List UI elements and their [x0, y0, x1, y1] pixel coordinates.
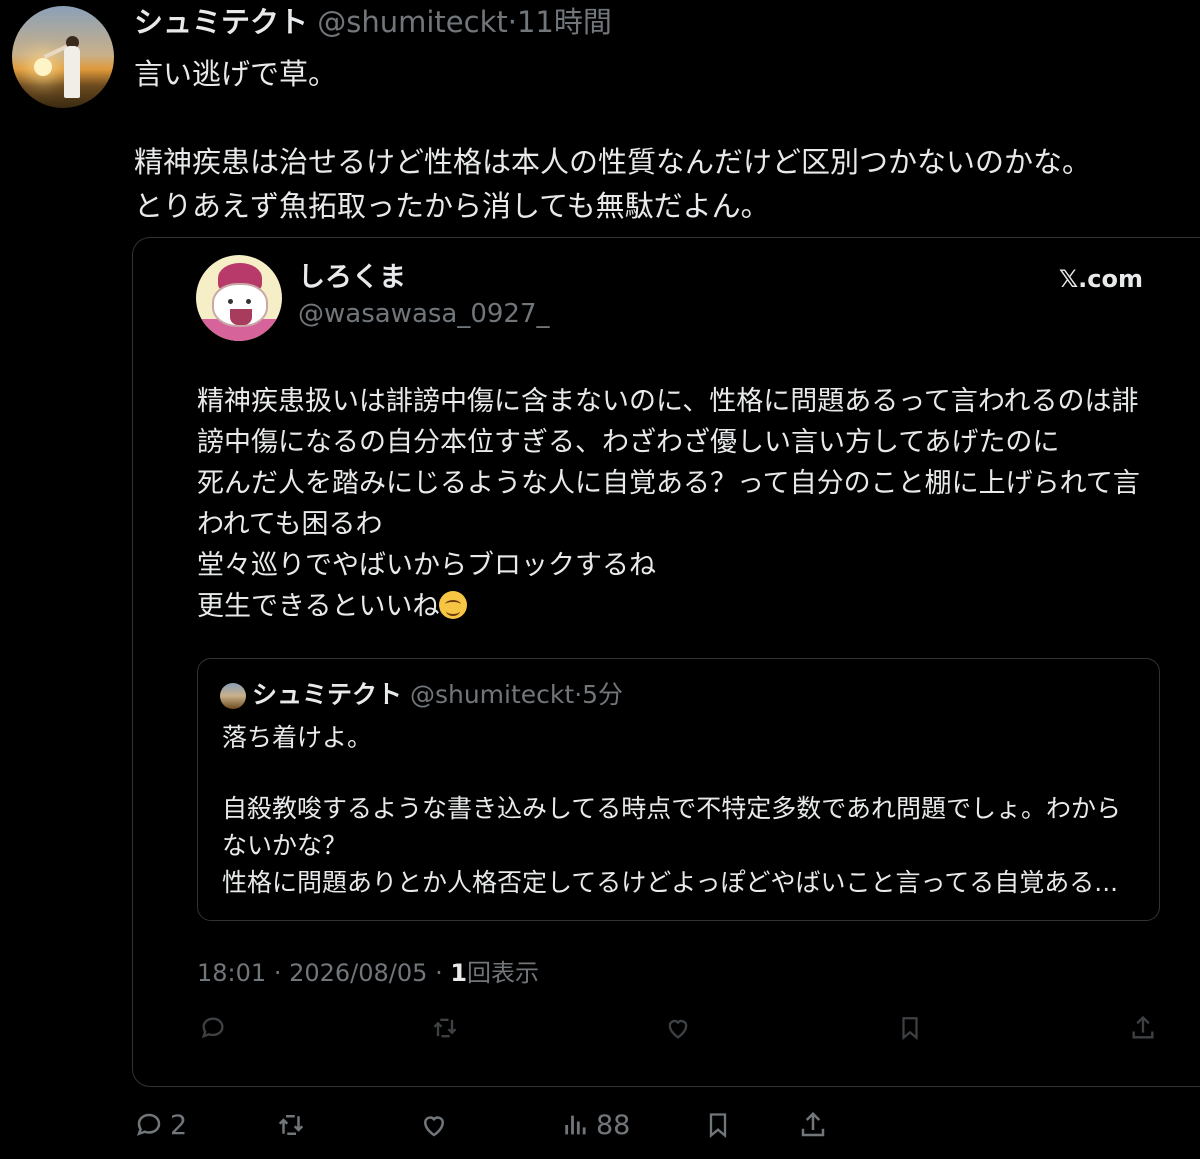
bookmark-button[interactable]: [704, 1103, 738, 1147]
avatar-person: [64, 46, 80, 98]
views-count: 88: [596, 1109, 631, 1141]
quote-line: 更生できるといいね: [197, 591, 440, 622]
tweet-actions: 2 88: [130, 1103, 850, 1147]
nested-line: ないかな？: [222, 831, 348, 860]
quote-line: 謗中傷になるの自分本位すぎる、わざわざ優しい言い方してあげたのに: [197, 427, 1060, 458]
reply-count: 2: [170, 1109, 188, 1141]
reply-icon: [136, 1113, 161, 1136]
quote-meta: 18:01 · 2026/08/05 · 1回表示: [197, 956, 539, 990]
quote-bookmark-icon[interactable]: [894, 1008, 926, 1048]
like-button[interactable]: [418, 1103, 456, 1147]
nested-author-handle: @shumiteckt: [409, 680, 575, 709]
header-separator: ·: [507, 5, 517, 39]
quote-retweet-icon[interactable]: [429, 1008, 461, 1048]
quote-line: 死んだ人を踏みにじるような人に自覚ある？って自分のこと棚に上げられて言: [197, 468, 1140, 499]
quote-card[interactable]: しろくま @wasawasa_0927_ 𝕏.com 精神疾患扱いは誹謗中傷に含…: [132, 237, 1200, 1087]
retweet-button[interactable]: [274, 1103, 314, 1147]
tweet-line: 精神疾患は治せるけど性格は本人の性質なんだけど区別つかないのかな。: [134, 145, 1092, 179]
nested-time: 5分: [582, 680, 624, 709]
quote-actions: [197, 1008, 1157, 1048]
reply-button[interactable]: 2: [134, 1103, 187, 1147]
nested-text: 落ち着けよ。 自殺教唆するような書き込みしてる時点で不特定多数であれ問題でしょ。…: [222, 719, 1142, 901]
nested-line: 落ち着けよ。: [222, 723, 373, 752]
smiling-face-emoji: [439, 591, 468, 619]
nested-author-avatar: [220, 683, 246, 709]
bookmark-icon: [709, 1113, 727, 1138]
share-button[interactable]: [798, 1103, 834, 1147]
author-avatar[interactable]: [12, 6, 114, 108]
nested-separator: ·: [574, 680, 583, 709]
quote-text: 精神疾患扱いは誹謗中傷に含まないのに、性格に問題あるって言われるのは誹 謗中傷に…: [197, 381, 1177, 627]
nested-quote[interactable]: シュミテクト @shumiteckt·5分 落ち着けよ。 自殺教唆するような書き…: [197, 658, 1160, 921]
quote-meta-time[interactable]: 18:01: [197, 959, 266, 987]
tweet-line: 言い逃げで草。: [134, 57, 338, 91]
tweet-time[interactable]: 11時間: [517, 5, 612, 39]
quote-meta-sep2: ·: [435, 959, 443, 987]
views-icon: [565, 1115, 586, 1135]
tweet-text: 言い逃げで草。 精神疾患は治せるけど性格は本人の性質なんだけど区別つかないのかな…: [134, 52, 1184, 228]
nested-line: 性格に問題ありとか人格否定してるけどよっぽどやばいこと言ってる自覚ある...: [222, 868, 1119, 897]
x-com-link[interactable]: 𝕏.com: [1059, 262, 1143, 296]
avatar-sun: [34, 58, 52, 76]
quote-meta-date[interactable]: 2026/08/05: [289, 959, 427, 987]
nested-header: シュミテクト @shumiteckt·5分: [252, 677, 623, 713]
quote-like-icon[interactable]: [662, 1008, 694, 1048]
nested-line: 自殺教唆するような書き込みしてる時点で不特定多数であれ問題でしょ。わから: [222, 794, 1122, 823]
views-button[interactable]: 88: [562, 1103, 630, 1147]
quote-line-with-emoji: 更生できるといいね: [197, 586, 1177, 627]
quote-author-name[interactable]: しろくま: [298, 260, 406, 296]
quote-reply-icon[interactable]: [197, 1008, 229, 1048]
tweet-header: シュミテクト @shumiteckt·11時間: [134, 2, 612, 42]
share-icon: [801, 1111, 825, 1137]
like-icon: [423, 1116, 445, 1137]
author-handle[interactable]: @shumiteckt: [317, 5, 508, 39]
quote-views-count: 1: [450, 959, 468, 987]
quote-meta-sep: ·: [273, 959, 282, 987]
quote-line: 精神疾患扱いは誹謗中傷に含まないのに、性格に問題あるって言われるのは誹: [197, 386, 1139, 417]
author-name[interactable]: シュミテクト: [134, 5, 308, 39]
quote-share-icon[interactable]: [1127, 1008, 1159, 1048]
quote-line: 堂々巡りでやばいからブロックするね: [197, 550, 656, 581]
nested-author-name: シュミテクト: [252, 680, 403, 709]
tweet-line: とりあえず魚拓取ったから消しても無駄だよん。: [134, 189, 770, 223]
quote-author-handle[interactable]: @wasawasa_0927_: [298, 296, 550, 332]
quote-line: われても困るわ: [197, 509, 383, 540]
retweet-icon: [278, 1115, 304, 1135]
quote-views-label: 回表示: [467, 959, 540, 987]
quote-author-avatar[interactable]: [196, 255, 282, 341]
